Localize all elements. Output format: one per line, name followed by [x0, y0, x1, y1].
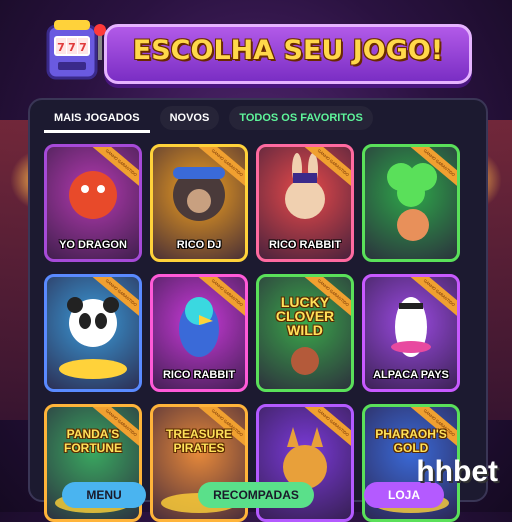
- game-label: RICO DJ: [176, 239, 222, 251]
- game-card[interactable]: GANHO GARANTIDO RICO DJ: [150, 144, 248, 262]
- game-title: PHARAOH'S GOLD: [375, 427, 447, 455]
- svg-text:7: 7: [68, 41, 76, 54]
- slot-machine-icon: 7 7 7: [46, 20, 106, 80]
- menu-button[interactable]: MENU: [62, 482, 146, 508]
- game-title: PANDA'S FORTUNE: [64, 427, 122, 455]
- tab-todos-os-favoritos[interactable]: TODOS OS FAVORITOS: [229, 106, 373, 130]
- tab-mais-jogados[interactable]: MAIS JOGADOS: [44, 106, 150, 133]
- svg-text:7: 7: [79, 41, 87, 54]
- game-card[interactable]: GANHO GARANTIDO YO DRAGON: [44, 144, 142, 262]
- game-title: LUCKY CLOVER WILD: [275, 294, 335, 338]
- game-card[interactable]: GANHO GARANTIDO ALPACA PAYS: [362, 274, 460, 392]
- header: 7 7 7 ESCOLHA SEU JOGO!: [40, 14, 472, 86]
- brand-logo: hhbet: [416, 455, 498, 488]
- game-label: RICO RABBIT: [268, 239, 342, 251]
- game-card[interactable]: GANHO GARANTIDO LUCKY CLOVER WILD: [256, 274, 354, 392]
- game-card[interactable]: GANHO GARANTIDO: [44, 274, 142, 392]
- tab-novos[interactable]: NOVOS: [159, 106, 220, 130]
- tab-bar: MAIS JOGADOS NOVOS TODOS OS FAVORITOS: [44, 106, 373, 133]
- page-title: ESCOLHA SEU JOGO!: [132, 35, 444, 66]
- game-card[interactable]: GANHO GARANTIDO RICO RABBIT: [256, 144, 354, 262]
- game-title: TREASURE PIRATES: [165, 427, 232, 455]
- game-card[interactable]: GANHO GARANTIDO RICO RABBIT: [150, 274, 248, 392]
- game-label: ALPACA PAYS: [373, 369, 449, 381]
- recompadas-button[interactable]: RECOMPADAS: [198, 482, 314, 508]
- svg-text:7: 7: [57, 41, 65, 54]
- title-banner: ESCOLHA SEU JOGO!: [104, 24, 472, 84]
- game-card[interactable]: GANHO GARANTIDO: [362, 144, 460, 262]
- game-label: RICO RABBIT: [162, 369, 236, 381]
- game-label: YO DRAGON: [59, 239, 127, 251]
